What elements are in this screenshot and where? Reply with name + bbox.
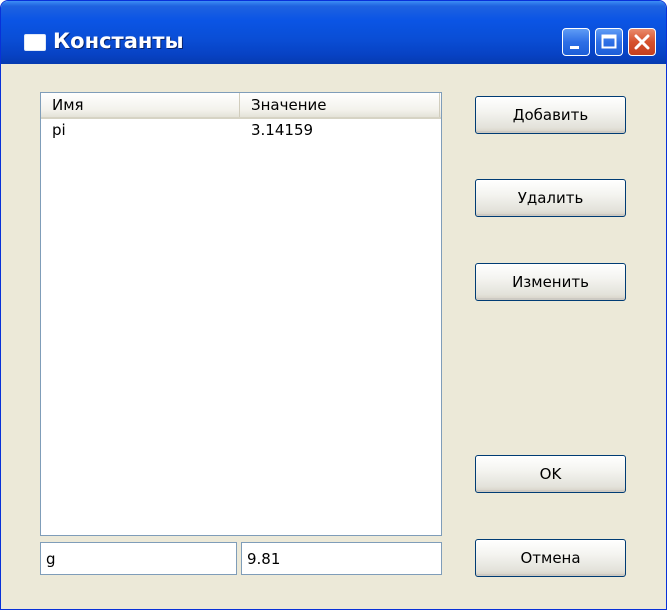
- close-button[interactable]: [628, 28, 656, 56]
- edit-button[interactable]: Изменить: [475, 263, 626, 301]
- list-header: Имя Значение: [41, 93, 441, 119]
- delete-button[interactable]: Удалить: [475, 179, 626, 217]
- maximize-button[interactable]: [595, 28, 623, 56]
- minimize-button[interactable]: [562, 28, 590, 56]
- add-button[interactable]: Добавить: [475, 96, 626, 134]
- title-bar[interactable]: Константы: [1, 1, 666, 64]
- cancel-button[interactable]: Отмена: [475, 539, 626, 577]
- constants-list[interactable]: Имя Значение pi 3.14159: [40, 92, 442, 536]
- close-icon: [634, 34, 650, 50]
- value-field[interactable]: [241, 542, 442, 575]
- maximize-icon: [601, 34, 617, 49]
- list-item-value: 3.14159: [251, 121, 314, 139]
- minimize-icon: [570, 46, 579, 49]
- column-header-name[interactable]: Имя: [41, 93, 240, 117]
- name-field[interactable]: [40, 542, 237, 575]
- list-item[interactable]: pi 3.14159: [41, 119, 441, 141]
- window-title: Константы: [53, 29, 184, 53]
- column-header-value[interactable]: Значение: [240, 93, 440, 117]
- window-icon: [24, 34, 46, 51]
- list-item-name: pi: [52, 121, 66, 139]
- ok-button[interactable]: OK: [475, 455, 626, 493]
